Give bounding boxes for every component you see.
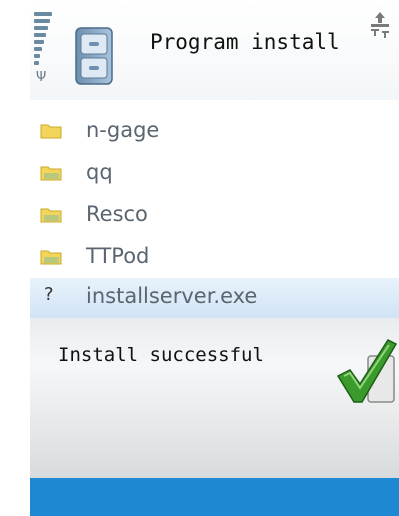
checkmark-icon	[336, 339, 398, 403]
folder-icon	[40, 208, 62, 223]
folder-icon	[40, 166, 62, 181]
page-title: Program install	[150, 30, 340, 54]
list-item-label: n-gage	[86, 118, 160, 142]
list-item-label: installserver.exe	[86, 284, 258, 308]
list-item[interactable]: n-gage	[30, 112, 399, 154]
file-cabinet-icon	[75, 27, 113, 85]
softkey-bar	[30, 478, 399, 516]
list-item[interactable]: TTPod	[30, 238, 399, 280]
list-item[interactable]: Resco	[30, 196, 399, 238]
phone-screen: Ψ Program install n-gage qq Resco TTPod …	[30, 0, 399, 516]
unknown-file-icon: ?	[44, 284, 54, 305]
folder-icon	[40, 250, 62, 265]
list-item-label: Resco	[86, 202, 148, 226]
file-list: n-gage qq Resco TTPod ? installserver.ex…	[30, 100, 399, 320]
list-item-selected[interactable]: ? installserver.exe	[30, 278, 399, 320]
notification-popup: Install successful	[30, 318, 399, 478]
notification-text: Install successful	[58, 344, 264, 366]
folder-icon	[40, 124, 62, 139]
list-item-label: TTPod	[86, 244, 150, 268]
list-item[interactable]: qq	[30, 154, 399, 196]
antenna-icon: Ψ	[36, 70, 47, 85]
connection-icon	[371, 12, 389, 38]
list-item-label: qq	[86, 160, 113, 184]
title-pane: Ψ Program install	[30, 0, 399, 100]
